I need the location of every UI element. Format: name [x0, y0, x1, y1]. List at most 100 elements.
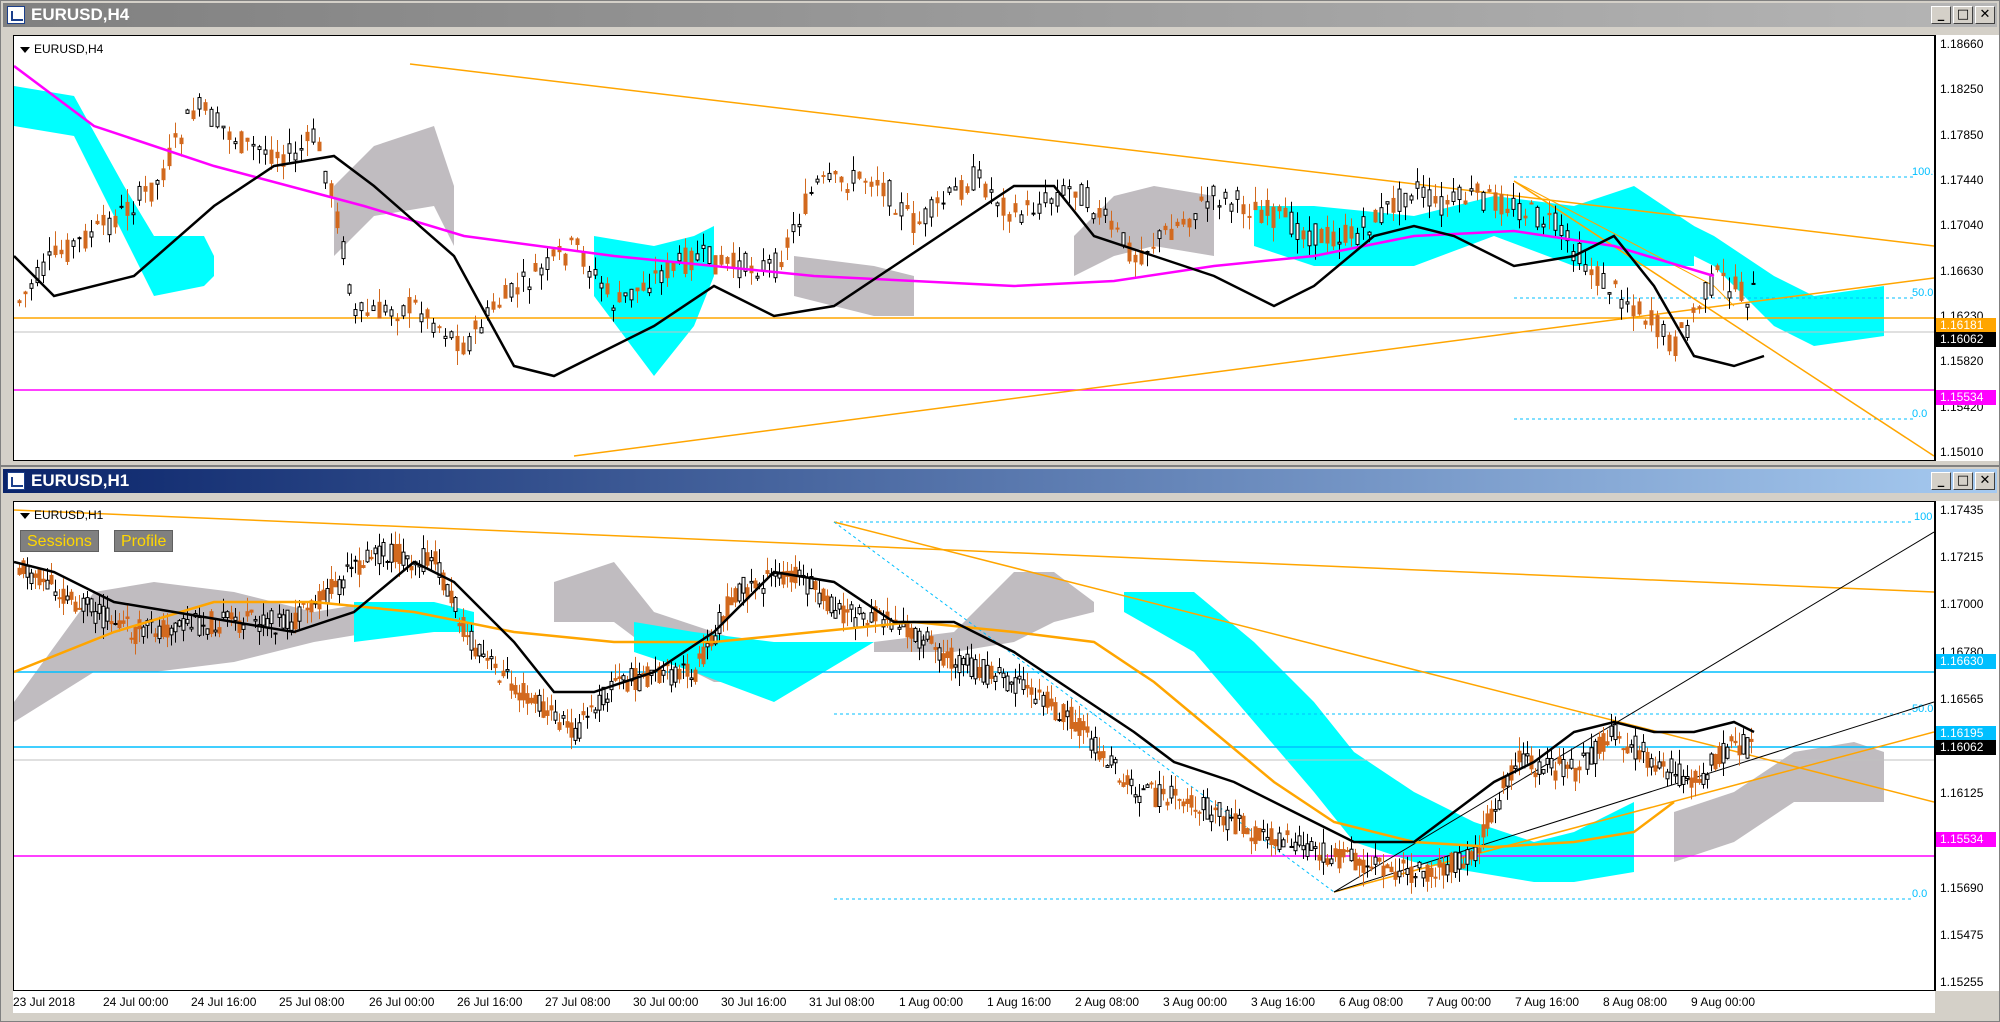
candle-body: [1337, 849, 1342, 869]
h1-price-scale[interactable]: 1.174351.172151.170001.167801.165651.163…: [1935, 501, 1999, 991]
h4-price-scale[interactable]: 1.18660 1.18250 1.17850 1.17440 1.17040 1.166…: [1935, 35, 1999, 461]
price-tag: 1.16181: [1936, 318, 1996, 333]
candle-body: [1229, 203, 1234, 212]
candle-body: [881, 182, 886, 197]
candle-body: [1733, 740, 1738, 744]
candle-body: [597, 694, 602, 711]
candle-body: [1077, 718, 1082, 736]
chart-window-icon: [7, 472, 25, 490]
candle-body: [107, 217, 112, 236]
time-axis-label: 26 Jul 00:00: [369, 995, 435, 1009]
candle-body: [1121, 232, 1126, 246]
candle-body: [209, 611, 214, 635]
candle-body: [1697, 779, 1702, 783]
candle-body: [1409, 195, 1414, 201]
candle-body: [789, 570, 794, 583]
candle-body: [1201, 796, 1206, 811]
fib-label: 50.0: [1912, 703, 1933, 715]
price-tick-label: 1.17215: [1940, 550, 1984, 565]
candle-body: [455, 335, 460, 352]
dropdown-triangle-icon[interactable]: [20, 46, 30, 53]
candle-body: [1457, 852, 1462, 870]
h4-price-chart[interactable]: 100.0 50.0 0.0 EURUSD,H4: [13, 35, 1935, 461]
candle-body: [461, 342, 466, 355]
h1-titlebar[interactable]: EURUSD,H1 _ □ ✕: [3, 469, 1997, 493]
candle-body: [1485, 813, 1490, 829]
candle-body: [1261, 828, 1266, 833]
candle-body: [1637, 750, 1642, 760]
candle-body: [1477, 847, 1482, 854]
candle-body: [1649, 758, 1654, 768]
h1-price-chart[interactable]: 100 50.0 0.0 EURUSD,H1 Sessions Profile: [13, 501, 1935, 991]
candle-body: [545, 710, 550, 716]
price-tick-label: 1.16630: [1940, 263, 1984, 278]
candle-body: [1007, 214, 1012, 222]
candle-body: [521, 271, 526, 277]
candle-body: [45, 579, 50, 590]
candle-body: [1475, 183, 1480, 193]
price-tick-label: 1.17435: [1940, 503, 1984, 517]
minimize-button[interactable]: _: [1931, 472, 1951, 490]
candle-body: [425, 552, 430, 566]
candle-body: [201, 624, 206, 627]
minimize-button[interactable]: _: [1931, 6, 1951, 24]
candle-body: [1173, 788, 1178, 796]
candle-body: [1425, 864, 1430, 882]
candle-body: [1421, 870, 1426, 879]
candle-body: [1609, 725, 1614, 737]
candle-body: [469, 630, 474, 651]
h4-chart-canvas[interactable]: 100.0 50.0 0.0: [14, 36, 1934, 460]
candle-body: [1345, 849, 1350, 852]
candle-body: [21, 560, 26, 575]
h1-time-scale[interactable]: 23 Jul 2018 24 Jul 00:00 24 Jul 16:00 25 Ju…: [13, 991, 1935, 1013]
candle-body: [25, 565, 30, 578]
candle-body: [61, 588, 66, 604]
candle-body: [461, 617, 466, 637]
candle-body: [645, 666, 650, 687]
candle-body: [65, 595, 70, 601]
h4-titlebar[interactable]: EURUSD,H4 _ □ ✕: [3, 3, 1997, 27]
h1-chart-canvas[interactable]: 100 50.0 0.0: [14, 502, 1934, 990]
candle-body: [1241, 204, 1246, 215]
candle-body: [409, 565, 414, 571]
candle-body: [529, 697, 534, 704]
profile-button[interactable]: Profile: [114, 530, 174, 552]
sessions-button[interactable]: Sessions: [20, 530, 99, 552]
candle-body: [1643, 320, 1648, 325]
candle-body: [983, 183, 988, 198]
candle-body: [1691, 307, 1696, 313]
candle-body: [1593, 740, 1598, 765]
candle-body: [905, 623, 910, 638]
candle-body: [125, 616, 130, 619]
candle-body: [1721, 272, 1726, 277]
price-tick-label: 1.17850: [1940, 127, 1984, 142]
close-button[interactable]: ✕: [1975, 472, 1995, 490]
dropdown-triangle-icon[interactable]: [20, 512, 30, 519]
h4-chart-window[interactable]: EURUSD,H4 _ □ ✕ 100.0 50.0 0.0 EURUSD,H4 1…: [0, 0, 2000, 466]
maximize-button[interactable]: □: [1953, 472, 1973, 490]
candle-body: [213, 629, 218, 633]
candle-body: [85, 597, 90, 605]
candle-body: [1595, 266, 1600, 286]
candle-body: [809, 191, 814, 194]
h1-chart-window[interactable]: EURUSD,H1 _ □ ✕ 100 50.0 0.0 EURUSD,H1 Ses…: [0, 466, 2000, 1022]
candle-body: [863, 180, 868, 183]
candle-body: [29, 283, 34, 289]
candle-body: [661, 669, 666, 676]
candle-body: [821, 588, 826, 602]
candle-body: [593, 269, 598, 276]
candle-body: [1295, 223, 1300, 240]
candle-body: [245, 611, 250, 617]
maximize-button[interactable]: □: [1953, 6, 1973, 24]
candle-body: [239, 131, 244, 154]
time-axis-label: 9 Aug 00:00: [1691, 995, 1756, 1009]
candle-body: [289, 621, 294, 631]
candle-body: [1325, 858, 1330, 865]
candle-body: [1377, 857, 1382, 862]
candle-body: [621, 675, 626, 681]
candle-body: [1641, 741, 1646, 753]
candle-body: [245, 137, 250, 142]
candle-body: [803, 193, 808, 214]
close-button[interactable]: ✕: [1975, 6, 1995, 24]
candle-body: [1421, 186, 1426, 198]
